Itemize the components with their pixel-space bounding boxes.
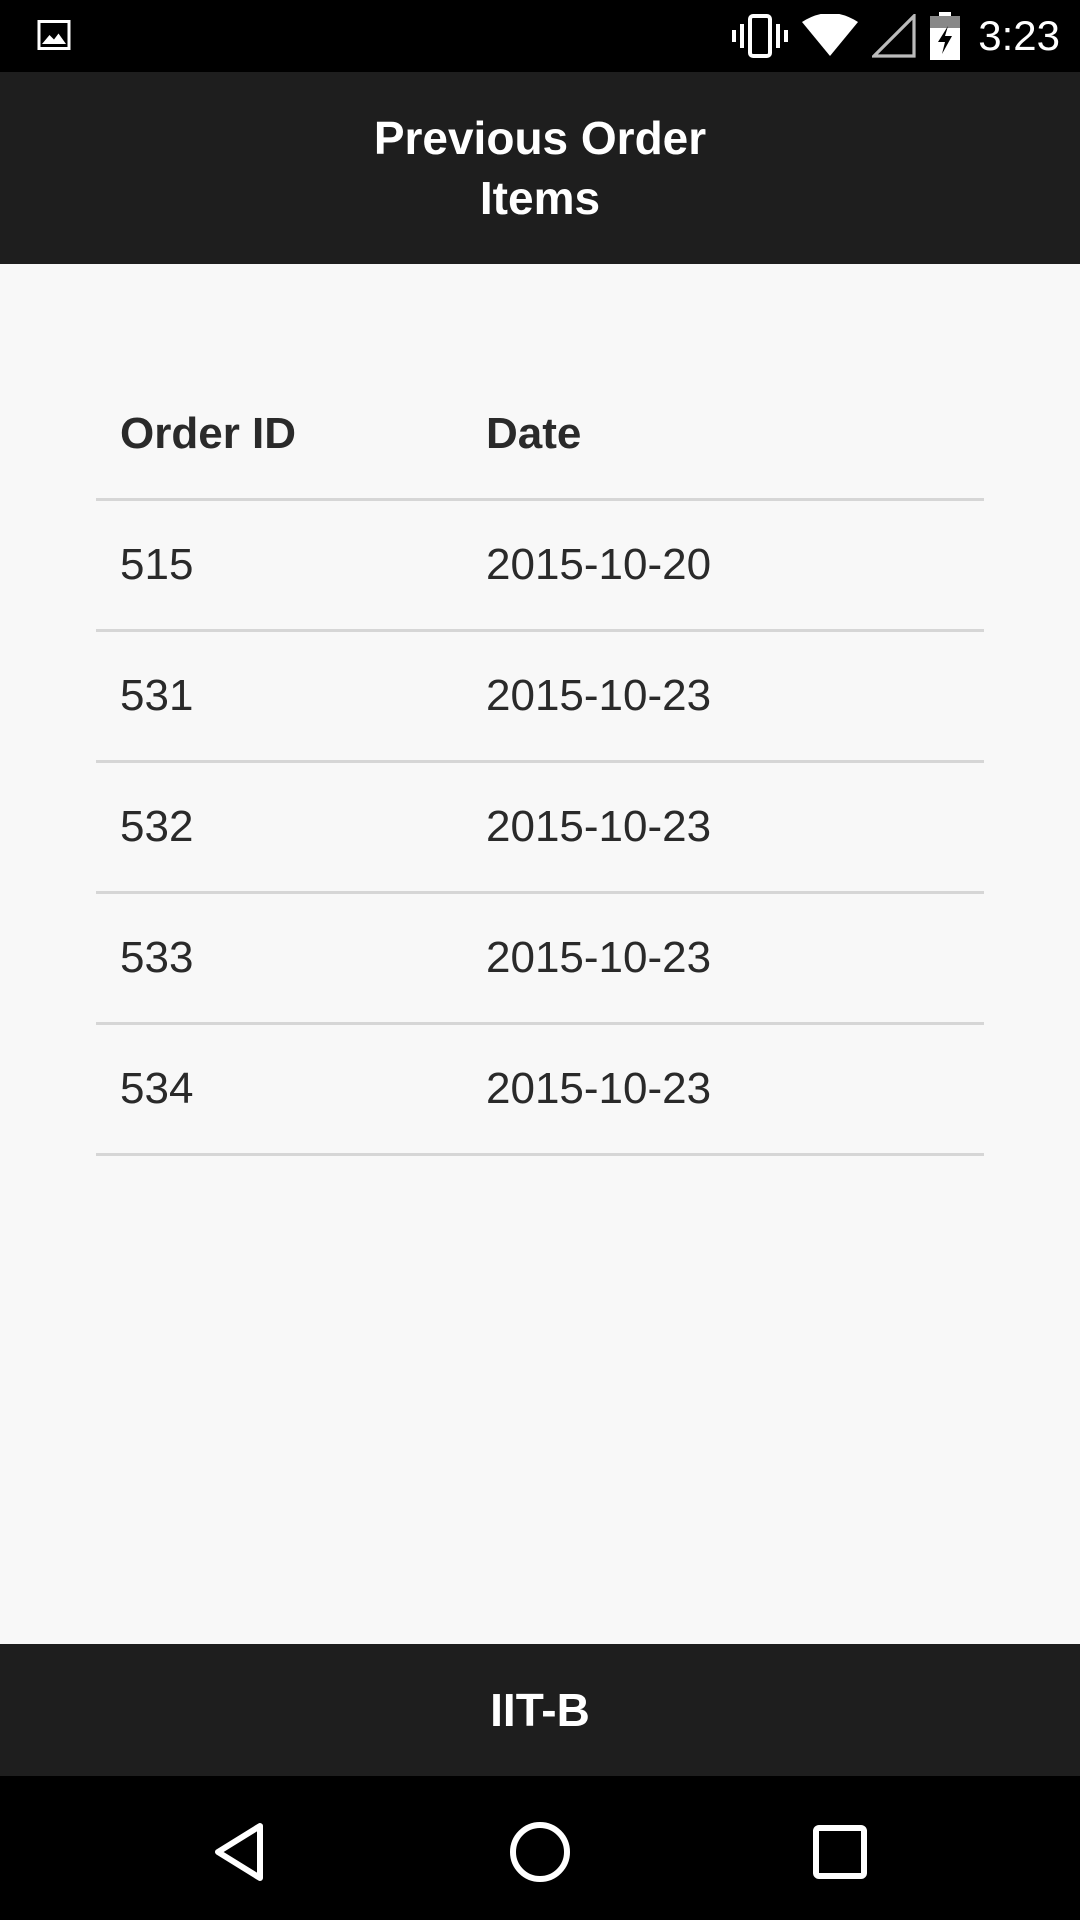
- page-title: Previous Order Items: [373, 112, 707, 224]
- navigation-bar: [0, 1776, 1080, 1920]
- wifi-icon: [802, 14, 859, 56]
- status-bar: 3:23: [0, 0, 1080, 72]
- table-header-row: Order ID Date: [96, 404, 984, 501]
- footer-bar: IIT-B: [0, 1644, 1080, 1776]
- table-row[interactable]: 515 2015-10-20: [96, 501, 984, 632]
- date-cell: 2015-10-23: [486, 1064, 712, 1113]
- app-bar: Previous Order Items: [0, 72, 1080, 264]
- order-id-cell: 532: [120, 802, 194, 851]
- back-icon[interactable]: [208, 1820, 272, 1884]
- column-header-order-id: Order ID: [120, 409, 297, 458]
- image-icon: [37, 20, 71, 50]
- table-row[interactable]: 533 2015-10-23: [96, 894, 984, 1025]
- battery-charging-icon: [930, 12, 961, 60]
- order-id-cell: 531: [120, 671, 194, 720]
- clock: 3:23: [978, 12, 1060, 59]
- date-cell: 2015-10-23: [486, 671, 712, 720]
- table-row[interactable]: 531 2015-10-23: [96, 632, 984, 763]
- vibrate-icon: [732, 14, 789, 58]
- table-row[interactable]: 532 2015-10-23: [96, 763, 984, 894]
- order-id-cell: 534: [120, 1064, 194, 1113]
- recents-icon[interactable]: [808, 1820, 872, 1884]
- date-cell: 2015-10-23: [486, 933, 712, 982]
- table-row[interactable]: 534 2015-10-23: [96, 1025, 984, 1156]
- orders-table: Order ID Date 515 2015-10-20 531 2015-10…: [96, 404, 984, 1156]
- date-cell: 2015-10-20: [486, 540, 712, 589]
- home-icon[interactable]: [508, 1820, 572, 1884]
- footer-label: IIT-B: [490, 1684, 590, 1736]
- cell-signal-icon: [872, 14, 916, 58]
- content-area: Order ID Date 515 2015-10-20 531 2015-10…: [0, 264, 1080, 1644]
- order-id-cell: 533: [120, 933, 194, 982]
- column-header-date: Date: [486, 409, 582, 458]
- date-cell: 2015-10-23: [486, 802, 712, 851]
- order-id-cell: 515: [120, 540, 194, 589]
